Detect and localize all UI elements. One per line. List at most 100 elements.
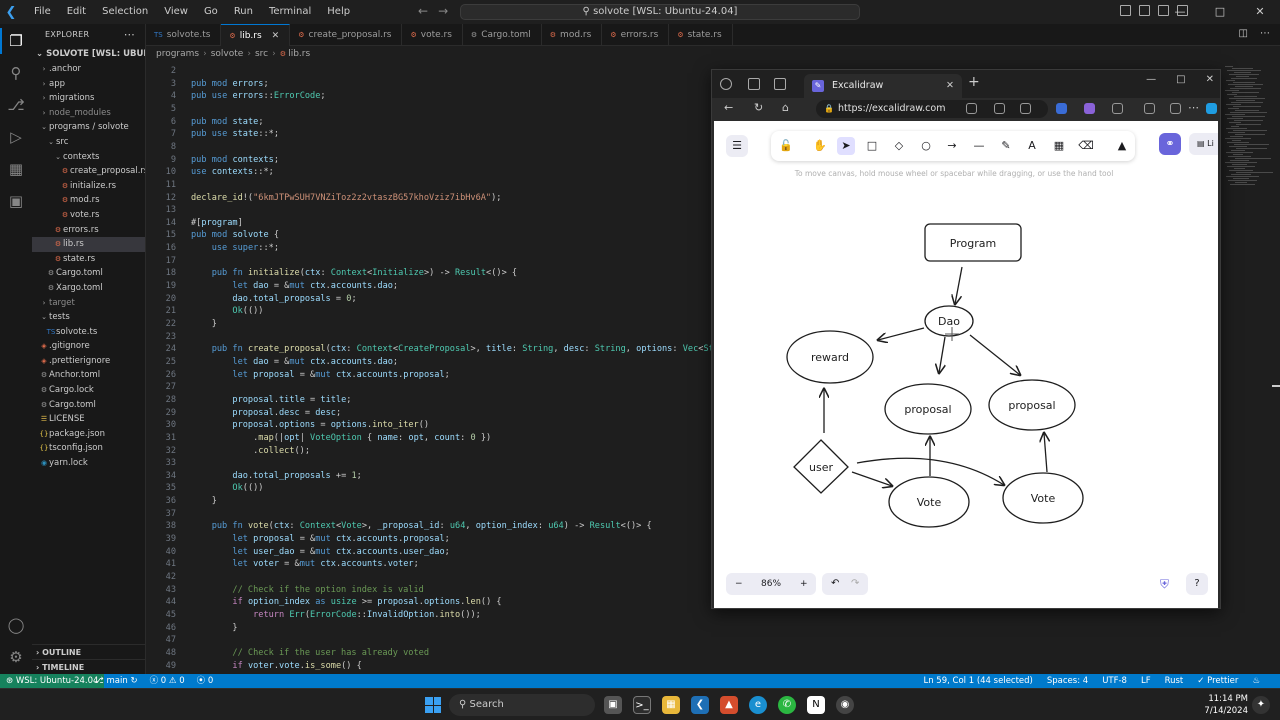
breadcrumb-item[interactable]: solvote	[211, 49, 244, 59]
minimap[interactable]	[1221, 62, 1273, 674]
browser-tab-excalidraw[interactable]: ✎ Excalidraw ✕	[804, 74, 962, 98]
menu-edit[interactable]: Edit	[59, 0, 94, 24]
search-icon[interactable]: ⚲	[7, 64, 25, 82]
system-clock[interactable]: 11:14 PM 7/14/2024	[1196, 693, 1248, 717]
refresh-icon[interactable]: ↻	[754, 101, 763, 114]
copilot-icon[interactable]: ✦	[1252, 696, 1270, 714]
tree-file[interactable]: ◈ .gitignore	[32, 339, 145, 354]
tree-folder[interactable]: › .anchor	[32, 62, 145, 77]
tree-folder[interactable]: ⌄ tests	[32, 310, 145, 325]
more-actions-icon[interactable]: ⋯	[1260, 28, 1270, 39]
problems-indicator[interactable]: ⓧ 0 ⚠ 0	[150, 674, 185, 688]
cursor-position[interactable]: Ln 59, Col 1 (44 selected)	[923, 674, 1032, 688]
tree-folder[interactable]: ⌄ src	[32, 135, 145, 150]
help-icon[interactable]: ?	[1186, 573, 1208, 595]
address-bar[interactable]: 🔒 https://excalidraw.com	[816, 100, 1048, 118]
command-center[interactable]: ⚲ solvote [WSL: Ubuntu-24.04]	[460, 4, 860, 20]
tree-file[interactable]: ◈ .prettierignore	[32, 354, 145, 369]
terminal-icon[interactable]: >_	[633, 696, 651, 714]
menu-file[interactable]: File	[26, 0, 59, 24]
redo-icon[interactable]: ↷	[851, 573, 859, 595]
editor-tab[interactable]: ⚙ lib.rs ✕	[221, 24, 291, 46]
arrow-dao-to-proposal-left[interactable]	[939, 336, 946, 373]
tree-file[interactable]: ⚙ vote.rs	[32, 208, 145, 223]
edge-browser-icon[interactable]: e	[749, 696, 767, 714]
editor-tab[interactable]: ⚙ errors.rs	[602, 24, 670, 46]
zoom-in-icon[interactable]: +	[800, 573, 808, 595]
arrow-dao-to-proposal-right[interactable]	[969, 334, 1020, 375]
tree-file[interactable]: ⚙ Anchor.toml	[32, 368, 145, 383]
tree-file[interactable]: ⚙ Cargo.lock	[32, 383, 145, 398]
breadcrumb-item[interactable]: lib.rs	[288, 49, 310, 59]
editor-tab[interactable]: ⚙ create_proposal.rs	[290, 24, 403, 46]
menu-selection[interactable]: Selection	[94, 0, 156, 24]
prettier-status[interactable]: ✓ Prettier	[1197, 674, 1238, 688]
branch-indicator[interactable]: ⎇ main ↻	[94, 674, 138, 688]
excalidraw-canvas[interactable]: ☰ 🔓 ✋ ➤ □ ◇ ○ → — ✎ A ▦ ⌫ ▲ ⚭ ▤ Li To mo…	[714, 121, 1218, 608]
profile-avatar[interactable]	[720, 78, 732, 90]
maximize-icon[interactable]: □	[1176, 74, 1185, 85]
toggle-panel-icon[interactable]	[1139, 5, 1150, 16]
source-control-icon[interactable]: ⎇	[7, 96, 25, 114]
minimize-icon[interactable]: —	[1146, 74, 1156, 85]
tree-file[interactable]: TSsolvote.ts	[32, 325, 145, 340]
tree-file[interactable]: ◉ yarn.lock	[32, 456, 145, 471]
tree-file[interactable]: ⚙ Xargo.toml	[32, 281, 145, 296]
more-actions-icon[interactable]: ⋯	[124, 24, 135, 46]
tree-file[interactable]: ⚙ Cargo.toml	[32, 266, 145, 281]
editor-tab[interactable]: ⚙ Cargo.toml	[463, 24, 542, 46]
tree-file[interactable]: ⚙ errors.rs	[32, 223, 145, 238]
remote-explorer-icon[interactable]: ▣	[7, 192, 25, 210]
tab-actions-icon[interactable]	[774, 78, 786, 90]
shield-icon[interactable]: ⛨	[1160, 577, 1169, 592]
windows-start-icon[interactable]	[425, 697, 441, 713]
language-mode[interactable]: Rust	[1165, 674, 1184, 688]
new-tab-icon[interactable]: +	[968, 74, 980, 90]
chrome-icon[interactable]: ◉	[836, 696, 854, 714]
outline-section[interactable]: › OUTLINE	[32, 644, 145, 659]
tree-folder[interactable]: › node_modules	[32, 106, 145, 121]
ports-indicator[interactable]: ⦿ 0	[197, 674, 214, 688]
close-icon[interactable]: ✕	[1206, 74, 1214, 85]
extension-icon[interactable]	[1056, 103, 1067, 114]
close-tab-icon[interactable]: ✕	[272, 31, 280, 41]
editor-tab[interactable]: ⚙ vote.rs	[402, 24, 463, 46]
editor-tab[interactable]: ⚙ state.rs	[669, 24, 733, 46]
remote-indicator[interactable]: ⊛ WSL: Ubuntu-24.04	[0, 674, 105, 688]
tree-file[interactable]: ☰ LICENSE	[32, 412, 145, 427]
gear-icon[interactable]: ⚙	[7, 648, 25, 666]
home-icon[interactable]: ⌂	[782, 101, 789, 114]
favorites-icon[interactable]	[1170, 103, 1181, 114]
arrow-user-to-vote-left[interactable]	[851, 471, 892, 486]
tree-file[interactable]: ⚙ create_proposal.rs	[32, 164, 145, 179]
arrow-dao-to-reward[interactable]	[878, 327, 925, 340]
split-screen-icon[interactable]	[1144, 103, 1155, 114]
zoom-level[interactable]: 86%	[761, 573, 781, 595]
close-icon[interactable]: ✕	[1240, 0, 1280, 24]
whatsapp-icon[interactable]: ✆	[778, 696, 796, 714]
back-arrow-icon[interactable]: ←	[418, 4, 428, 18]
favorite-star-icon[interactable]	[1020, 103, 1031, 114]
line-endings[interactable]: LF	[1141, 674, 1151, 688]
undo-icon[interactable]: ↶	[831, 573, 839, 595]
workspaces-icon[interactable]	[748, 78, 760, 90]
extensions-icon[interactable]: ▦	[7, 160, 25, 178]
tree-file[interactable]: ⚙ Cargo.toml	[32, 398, 145, 413]
menu-terminal[interactable]: Terminal	[261, 0, 319, 24]
explorer-icon[interactable]: ❐	[0, 28, 25, 54]
tree-folder[interactable]: ⌄ programs / solvote	[32, 120, 145, 135]
close-tab-icon[interactable]: ✕	[946, 74, 954, 98]
editor-tab[interactable]: ⚙ mod.rs	[542, 24, 603, 46]
tree-file[interactable]: ⚙ lib.rs	[32, 237, 145, 252]
forward-arrow-icon[interactable]: →	[438, 4, 448, 18]
breadcrumb-item[interactable]: src	[255, 49, 268, 59]
brave-browser-icon[interactable]: ▲	[720, 696, 738, 714]
indentation[interactable]: Spaces: 4	[1047, 674, 1088, 688]
tree-file[interactable]: {}tsconfig.json	[32, 441, 145, 456]
arrow-program-to-dao[interactable]	[955, 266, 963, 304]
menu-run[interactable]: Run	[226, 0, 261, 24]
account-icon[interactable]: ◯	[7, 616, 25, 634]
file-explorer-icon[interactable]: ▦	[662, 696, 680, 714]
more-actions-icon[interactable]: ⋯	[1188, 101, 1199, 114]
tree-folder[interactable]: ⌄ contexts	[32, 150, 145, 165]
